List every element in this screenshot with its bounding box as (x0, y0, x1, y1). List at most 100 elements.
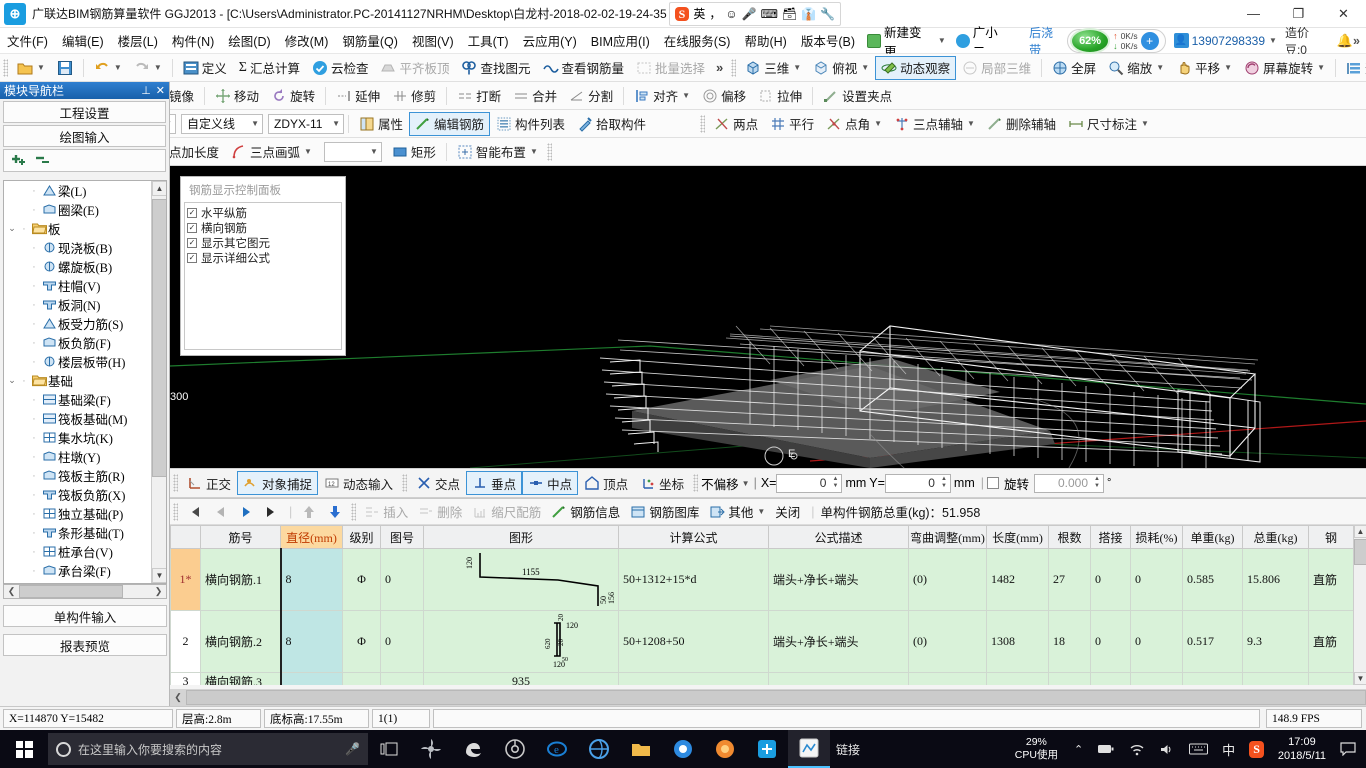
cell-shape[interactable]: 935 (423, 672, 619, 685)
menu-tools[interactable]: 工具(T) (461, 29, 516, 52)
chevron-down-icon[interactable]: ▼ (1141, 119, 1149, 128)
chevron-down-icon[interactable]: ▼ (251, 119, 259, 128)
cell-shape[interactable]: 120 1155 50 156 (423, 548, 619, 611)
pick-member-button[interactable]: 拾取构件 (571, 112, 652, 136)
ime-smiley-icon[interactable]: ☺ (725, 8, 737, 20)
offset-chevron-down-icon[interactable]: ▼ (742, 479, 750, 488)
cell-length[interactable]: 1308 (986, 610, 1049, 673)
checkbox-checked-icon[interactable]: ✓ (187, 252, 197, 263)
tree-expander-icon[interactable]: ⌄ (6, 223, 18, 234)
tree-item[interactable]: · 桩承台(V) (4, 542, 152, 561)
chevron-down-icon[interactable]: ▼ (332, 119, 340, 128)
summary-calc-button[interactable]: Σ 汇总计算 (233, 56, 306, 80)
cell-lap[interactable] (1090, 672, 1131, 685)
snap-perpendicular[interactable]: 垂点 (466, 471, 523, 495)
col-kind[interactable]: 钢 (1308, 525, 1354, 549)
checkbox-checked-icon[interactable]: ✓ (187, 207, 197, 218)
sogou-logo-icon[interactable]: S (674, 6, 690, 21)
keyboard-icon[interactable] (1183, 730, 1214, 768)
table-row[interactable]: 1* 横向钢筋.1 8 Φ 0 120 1155 50 156 50+1312+… (170, 548, 1354, 611)
cell-unit-weight[interactable]: 0.517 (1182, 610, 1243, 673)
snap-intersection[interactable]: 交点 (410, 471, 466, 495)
offset-mode-label[interactable]: 不偏移 (701, 474, 739, 493)
rebar-display-control-panel[interactable]: 钢筋显示控制面板 ✓ 水平纵筋 ✓ 横向钢筋 ✓ 显示其它图元 ✓ 显示详细公式 (180, 176, 346, 356)
snapbar-grip[interactable] (173, 474, 178, 492)
toolbar-grip[interactable] (3, 58, 8, 77)
last-page-button[interactable] (259, 503, 285, 521)
account-widget[interactable]: 👤 13907298339 ▼ (1173, 33, 1277, 48)
tree-item[interactable]: ·桩(U) (4, 580, 152, 583)
cell-loss[interactable] (1130, 672, 1183, 685)
undo-button[interactable]: ▼ (88, 56, 128, 80)
scroll-thumb[interactable] (152, 199, 166, 477)
cell-rebar-no[interactable]: 横向钢筋.3 (200, 672, 281, 685)
row-number[interactable]: 3 (170, 672, 201, 685)
tree-item[interactable]: · 圈梁(E) (4, 200, 152, 219)
move-up-button[interactable] (296, 503, 322, 521)
cell-formula[interactable]: 50+1208+50 (618, 610, 769, 673)
cell-formula[interactable]: 50+1312+15*d (618, 548, 769, 611)
menubar-overflow-icon[interactable]: » (1353, 34, 1366, 48)
cell-total-weight[interactable]: 9.3 (1242, 610, 1309, 673)
mic-icon[interactable]: 🎤 (345, 742, 360, 756)
tree-horizontal-scrollbar[interactable]: ❮ ❯ (3, 584, 167, 599)
axis-toolbar-grip[interactable] (700, 114, 706, 133)
draw-mode-combo[interactable]: ▼ (323, 141, 382, 162)
row-number[interactable]: 1* (170, 548, 201, 611)
menu-edit[interactable]: 编辑(E) (55, 29, 111, 52)
accelerate-icon[interactable]: + (1140, 31, 1159, 50)
taskbar-clock[interactable]: 17:09 2018/5/11 (1272, 735, 1332, 763)
tree-item[interactable]: · 筏板主筋(R) (4, 466, 152, 485)
browser-icon[interactable] (578, 730, 620, 768)
tree-item[interactable]: · 基础梁(F) (4, 390, 152, 409)
tree-expander-icon[interactable]: ⌄ (6, 375, 18, 386)
member-selector[interactable]: ZDYX-11 ▼ (268, 113, 344, 134)
cell-drawing-no[interactable]: 0 (380, 548, 424, 611)
col-rebar-no[interactable]: 筋号 (200, 525, 281, 549)
rebar-library-button[interactable]: 钢筋图库 (625, 501, 704, 522)
cell-kind[interactable]: 直筋 (1308, 610, 1354, 673)
save-button[interactable] (51, 56, 79, 80)
drawing-input-button[interactable]: 绘图输入 (3, 125, 166, 147)
tree-item[interactable]: · 集水坑(K) (4, 428, 152, 447)
cell-rebar-no[interactable]: 横向钢筋.2 (200, 610, 281, 673)
task-view-button[interactable] (368, 730, 410, 768)
rotate-spinner[interactable]: ▲ ▼ (1091, 475, 1103, 492)
scroll-down-icon[interactable]: ▼ (152, 568, 166, 583)
cell-bend-adjust[interactable]: (0) (908, 548, 987, 611)
grid-vertical-scrollbar[interactable]: ▲ ▼ (1353, 525, 1366, 685)
move-button[interactable]: 移动 (209, 84, 265, 108)
ie-icon[interactable]: e (536, 730, 578, 768)
redo-button[interactable]: ▼ (128, 56, 168, 80)
chevron-down-icon[interactable]: ▼ (1224, 63, 1232, 72)
col-loss[interactable]: 损耗(%) (1130, 525, 1183, 549)
col-length[interactable]: 长度(mm) (986, 525, 1049, 549)
chevron-down-icon[interactable]: ▼ (530, 147, 538, 156)
expand-all-icon[interactable] (10, 152, 28, 169)
app-blue-icon[interactable] (746, 730, 788, 768)
component-tree-body[interactable]: · 梁(L) · 圈梁(E) ⌄ · 板 · 现浇板(B) · 螺旋板(B) · 柱帽(V) · 板洞(N)… (4, 181, 152, 583)
firefox-icon[interactable] (704, 730, 746, 768)
chevron-down-icon[interactable]: ▼ (757, 507, 765, 516)
property-button[interactable]: 属性 (353, 112, 409, 136)
move-down-button[interactable] (322, 503, 348, 521)
link-label[interactable]: 链接 (830, 730, 866, 768)
fullscreen-button[interactable]: 全屏 (1046, 56, 1102, 80)
battery-icon[interactable] (1091, 730, 1121, 768)
table-edit-grip[interactable] (351, 502, 357, 521)
chevron-down-icon[interactable]: ▼ (1317, 63, 1325, 72)
table-toolbar-grip[interactable] (173, 502, 178, 521)
cell-kind[interactable]: 直筋 (1308, 548, 1354, 611)
cell-count[interactable]: 27 (1048, 548, 1091, 611)
type-selector[interactable]: 自定义线 ▼ (181, 113, 263, 134)
cell-length[interactable] (986, 672, 1049, 685)
cell-total-weight[interactable]: 15.806 (1242, 548, 1309, 611)
single-member-input-button[interactable]: 单构件输入 (3, 605, 167, 627)
toolbar4-grip2[interactable] (546, 142, 552, 161)
collapse-all-icon[interactable] (34, 152, 52, 169)
view-toolbar-grip[interactable] (731, 58, 737, 77)
break-button[interactable]: 打断 (451, 84, 507, 108)
menu-online[interactable]: 在线服务(S) (657, 29, 738, 52)
menu-floor[interactable]: 楼层(L) (111, 29, 165, 52)
stretch-button[interactable]: 拉伸 (752, 84, 808, 108)
